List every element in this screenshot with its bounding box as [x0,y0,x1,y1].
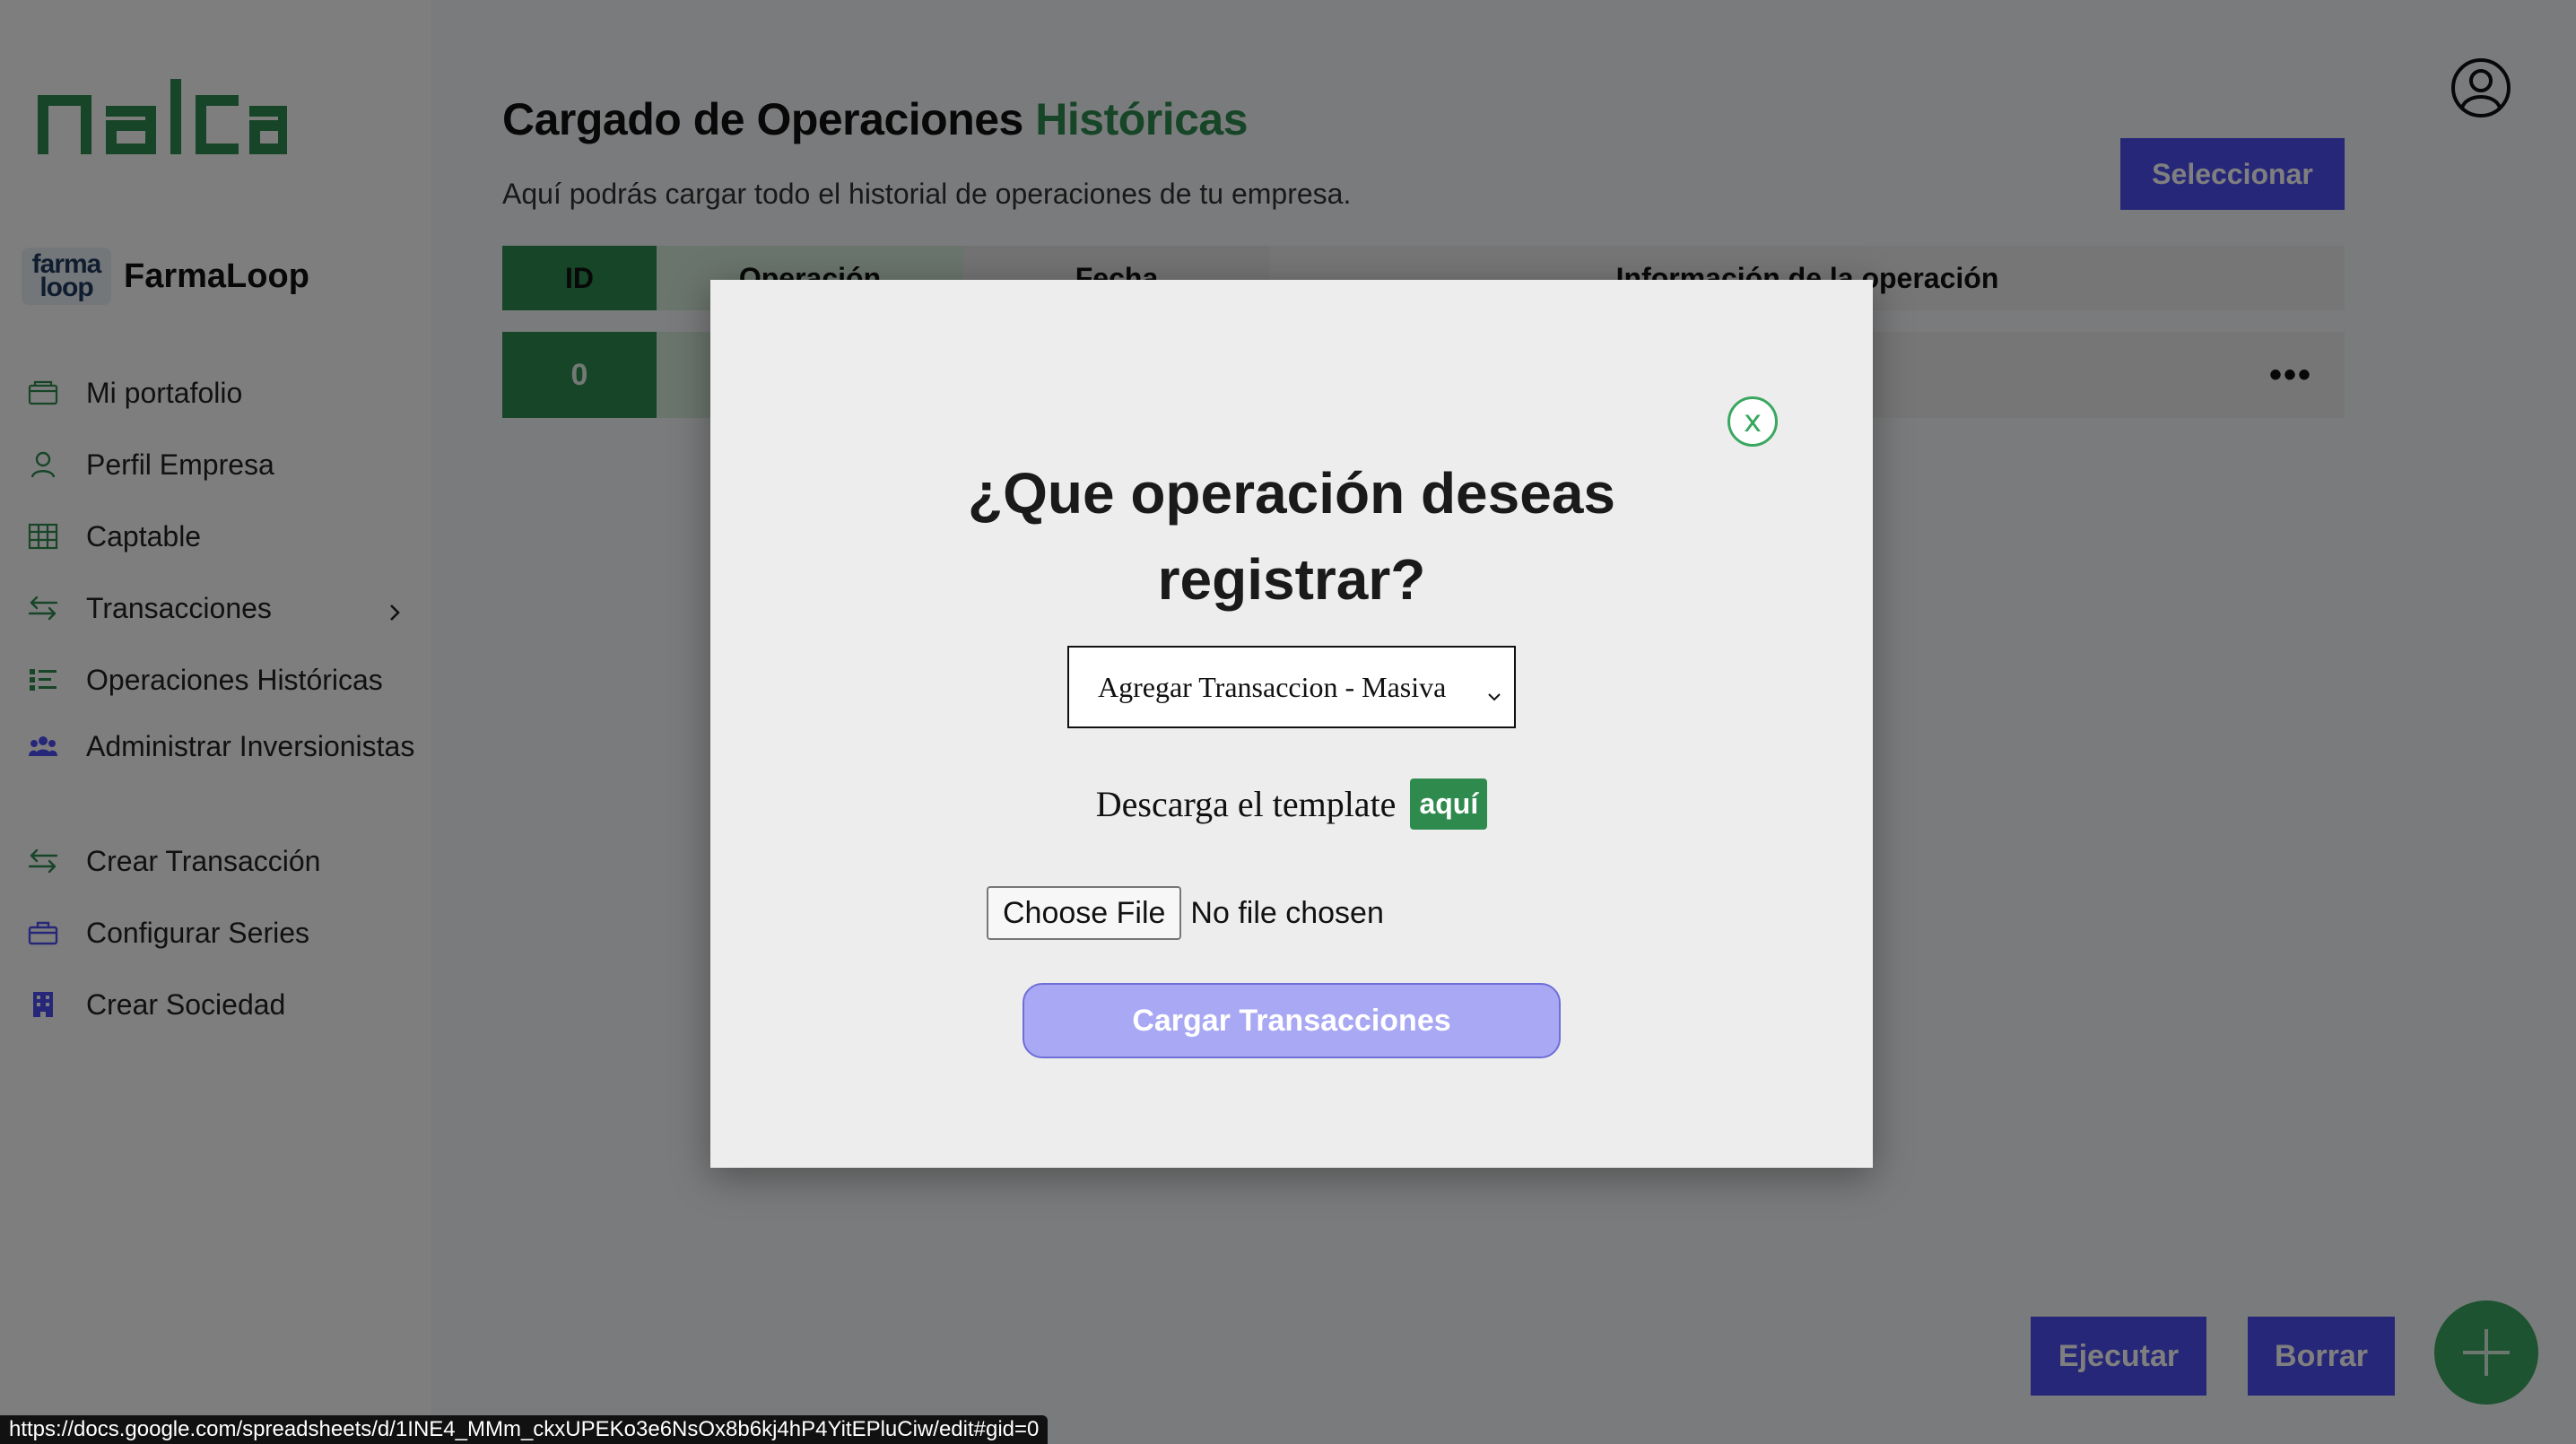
close-icon[interactable]: x [1727,396,1778,447]
choose-file-button[interactable]: Choose File [987,886,1182,940]
download-template-text: Descarga el template [1095,784,1397,824]
file-input: Choose File No file chosen [987,886,1384,940]
operation-type-value: Agregar Transaccion - Masiva [1098,670,1447,703]
browser-status-url: https://docs.google.com/spreadsheets/d/1… [0,1415,1049,1444]
download-template-link[interactable]: aquí [1410,779,1488,830]
file-status: No file chosen [1190,895,1384,930]
chevron-down-icon [1485,680,1503,701]
template-download: Descarga el template aquí [710,779,1873,830]
modal-title: ¿Que operación deseas registrar? [710,450,1873,622]
operation-type-select[interactable]: Agregar Transaccion - Masiva [1067,646,1516,728]
modal-title-line2: registrar? [1157,547,1426,612]
operation-modal: x ¿Que operación deseas registrar? Agreg… [710,280,1873,1168]
modal-title-line1: ¿Que operación deseas [967,461,1616,526]
upload-transactions-button[interactable]: Cargar Transacciones [1023,983,1561,1058]
